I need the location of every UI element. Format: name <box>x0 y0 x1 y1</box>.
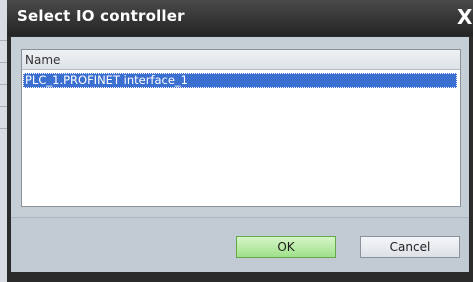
list-item-selected[interactable]: PLC_1.PROFINET interface_1 <box>23 73 457 88</box>
list-header: Name <box>22 50 460 70</box>
button-bar: OK Cancel <box>11 217 469 272</box>
list-item-label: PLC_1.PROFINET interface_1 <box>25 73 188 87</box>
dialog-bottom-border <box>7 272 473 282</box>
dialog-title: Select IO controller <box>17 7 185 25</box>
close-icon[interactable]: X <box>457 4 473 30</box>
column-header-name[interactable]: Name <box>25 53 60 67</box>
dialog-client-area: Name PLC_1.PROFINET interface_1 OK Cance… <box>11 37 469 272</box>
ok-button[interactable]: OK <box>236 236 336 258</box>
background-window-edge <box>0 0 7 282</box>
select-io-controller-dialog: Select IO controller X Name PLC_1.PROFIN… <box>7 0 473 282</box>
dialog-title-bar[interactable]: Select IO controller X <box>7 0 473 36</box>
controller-list[interactable]: Name PLC_1.PROFINET interface_1 <box>21 49 461 207</box>
cancel-button[interactable]: Cancel <box>360 236 460 258</box>
